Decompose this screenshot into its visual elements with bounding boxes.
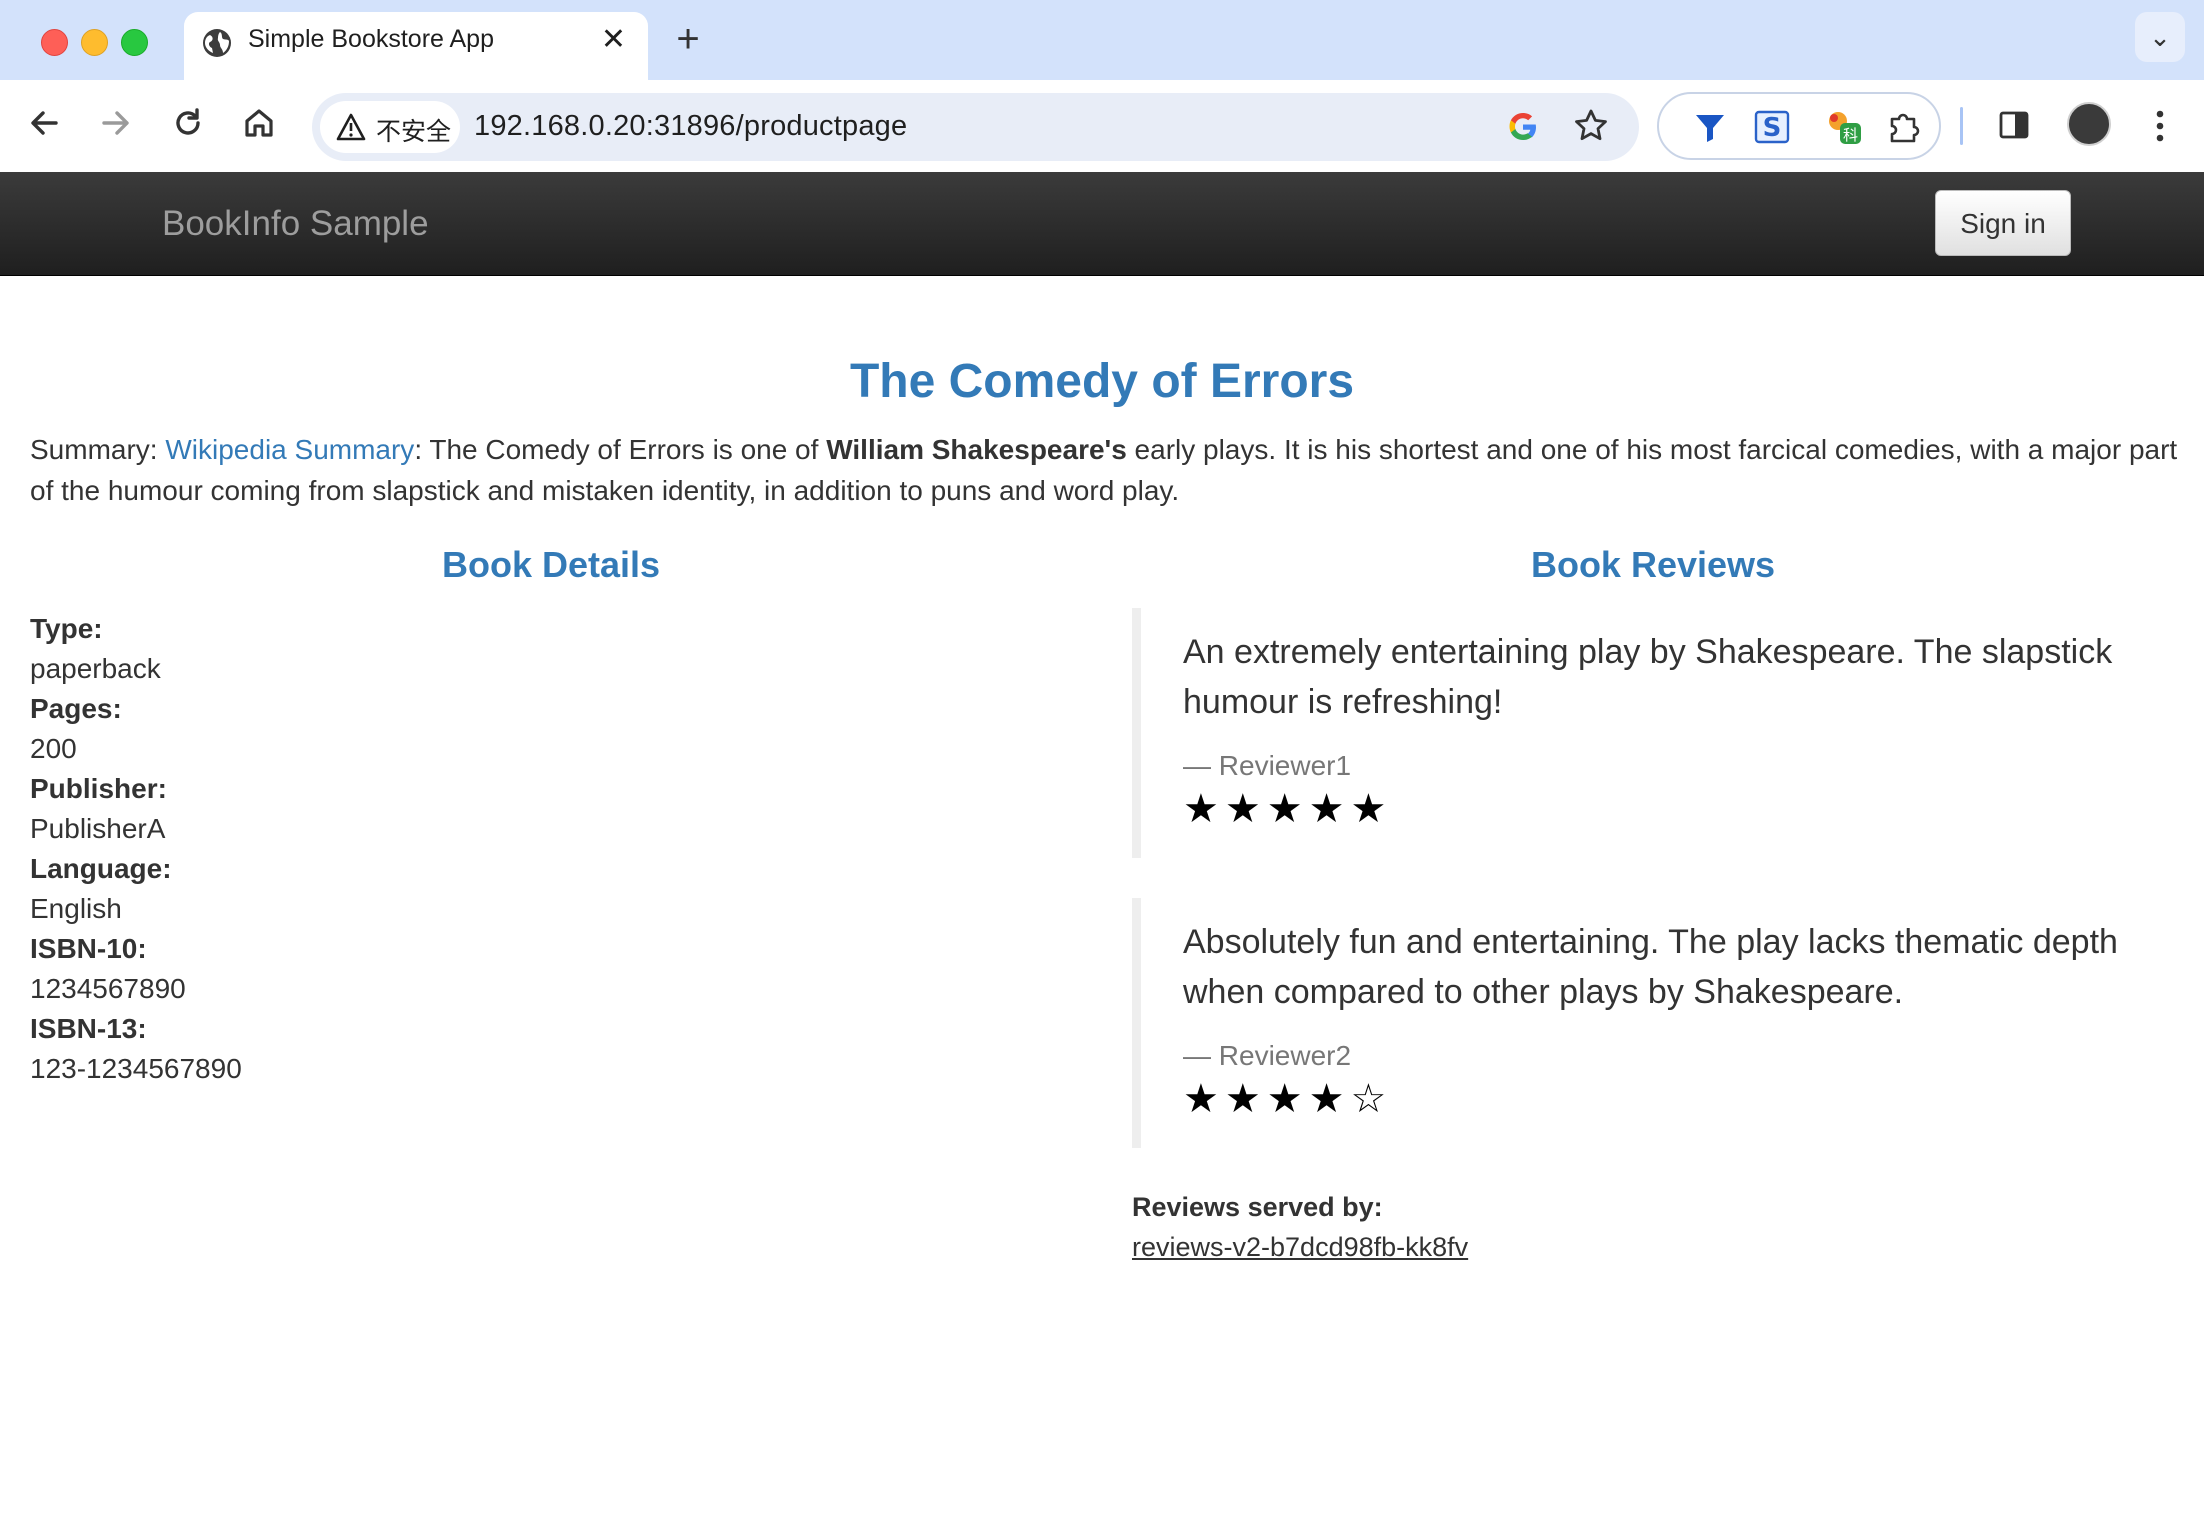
warning-icon	[336, 113, 366, 141]
tab-title: Simple Bookstore App	[248, 25, 494, 53]
tab-active[interactable]: Simple Bookstore App ✕	[184, 12, 648, 80]
book-summary: Summary: Wikipedia Summary: The Comedy o…	[30, 429, 2190, 511]
tab-search-button[interactable]: ⌄	[2135, 12, 2185, 62]
globe-icon	[203, 29, 231, 57]
window-maximize-button[interactable]	[121, 29, 148, 56]
puzzle-extensions-icon[interactable]	[1885, 108, 1923, 146]
language-value: English	[30, 893, 122, 924]
review-card: Absolutely fun and entertaining. The pla…	[1132, 898, 2172, 1148]
reviews-served-by-link[interactable]: reviews-v2-b7dcd98fb-kk8fv	[1132, 1232, 1468, 1263]
tab-strip: Simple Bookstore App ✕ + ⌄	[0, 0, 2204, 80]
sign-in-button[interactable]: Sign in	[1935, 190, 2071, 256]
review-author: — Reviewer2	[1183, 1040, 1352, 1071]
home-button[interactable]	[236, 100, 282, 146]
side-panel-icon[interactable]	[1997, 108, 2031, 142]
svg-text:S: S	[1763, 113, 1782, 143]
brand-link[interactable]: BookInfo Sample	[162, 204, 429, 244]
review-text: Absolutely fun and entertaining. The pla…	[1183, 923, 2118, 1011]
language-label: Language:	[30, 853, 172, 884]
summary-author: William Shakespeare's	[826, 434, 1127, 465]
isbn10-label: ISBN-10:	[30, 933, 147, 964]
pages-value: 200	[30, 733, 77, 764]
window-minimize-button[interactable]	[81, 29, 108, 56]
bookmark-star-icon[interactable]	[1572, 107, 1610, 145]
type-value: paperback	[30, 653, 161, 684]
back-arrow-icon	[31, 111, 58, 135]
google-icon[interactable]	[1506, 110, 1540, 144]
page-title: The Comedy of Errors	[849, 355, 1355, 408]
reviews-served-by-label: Reviews served by:	[1132, 1192, 1383, 1222]
profile-avatar[interactable]	[2067, 102, 2111, 146]
isbn13-label: ISBN-13:	[30, 1013, 147, 1044]
book-details-list: Type: paperback Pages: 200 Publisher: Pu…	[30, 609, 242, 1089]
wikipedia-summary-link[interactable]: Wikipedia Summary	[165, 434, 414, 465]
tab-close-icon[interactable]: ✕	[601, 22, 626, 58]
site-navbar: BookInfo Sample Sign in	[0, 172, 2204, 276]
reload-button[interactable]	[165, 100, 211, 146]
reload-icon	[176, 108, 200, 135]
star-rating-icon: ★★★★★	[1183, 787, 1393, 831]
new-tab-button[interactable]: +	[668, 14, 708, 64]
isbn13-value: 123-1234567890	[30, 1053, 242, 1084]
isbn10-value: 1234567890	[30, 973, 186, 1004]
window-close-button[interactable]	[41, 29, 68, 56]
pages-label: Pages:	[30, 693, 122, 724]
toolbar-divider	[1960, 107, 1963, 145]
star-rating-icon: ★★★★☆	[1183, 1077, 1393, 1121]
summary-prefix: Summary:	[30, 434, 166, 465]
summary-mid: : The Comedy of Errors is one of	[414, 434, 827, 465]
book-details-heading: Book Details	[441, 544, 661, 585]
address-bar[interactable]: 不安全 192.168.0.20:31896/productpage	[312, 93, 1639, 161]
publisher-value: PublisherA	[30, 813, 166, 844]
science-extension-icon[interactable]: 科	[1825, 108, 1863, 146]
type-label: Type:	[30, 613, 103, 644]
publisher-label: Publisher:	[30, 773, 167, 804]
forward-button[interactable]	[93, 100, 139, 146]
page-viewport: BookInfo Sample Sign in The Comedy of Er…	[0, 172, 2204, 1520]
s-extension-icon[interactable]: S	[1753, 108, 1791, 146]
review-text: An extremely entertaining play by Shakes…	[1183, 633, 2113, 721]
forward-arrow-icon	[102, 111, 129, 135]
back-button[interactable]	[21, 100, 67, 146]
more-menu-icon[interactable]	[2150, 104, 2170, 148]
svg-text:科: 科	[1843, 126, 1858, 144]
review-author: — Reviewer1	[1183, 750, 1352, 781]
home-icon	[245, 109, 273, 137]
security-chip[interactable]: 不安全	[320, 101, 460, 153]
url-text[interactable]: 192.168.0.20:31896/productpage	[474, 110, 907, 143]
browser-toolbar: 不安全 192.168.0.20:31896/productpage S 科	[0, 80, 2204, 172]
funnel-extension-icon[interactable]	[1691, 108, 1729, 146]
book-reviews-heading: Book Reviews	[1530, 544, 1776, 585]
security-label: 不安全	[376, 118, 452, 146]
extensions-group: S 科	[1657, 92, 1941, 160]
review-card: An extremely entertaining play by Shakes…	[1132, 608, 2172, 858]
